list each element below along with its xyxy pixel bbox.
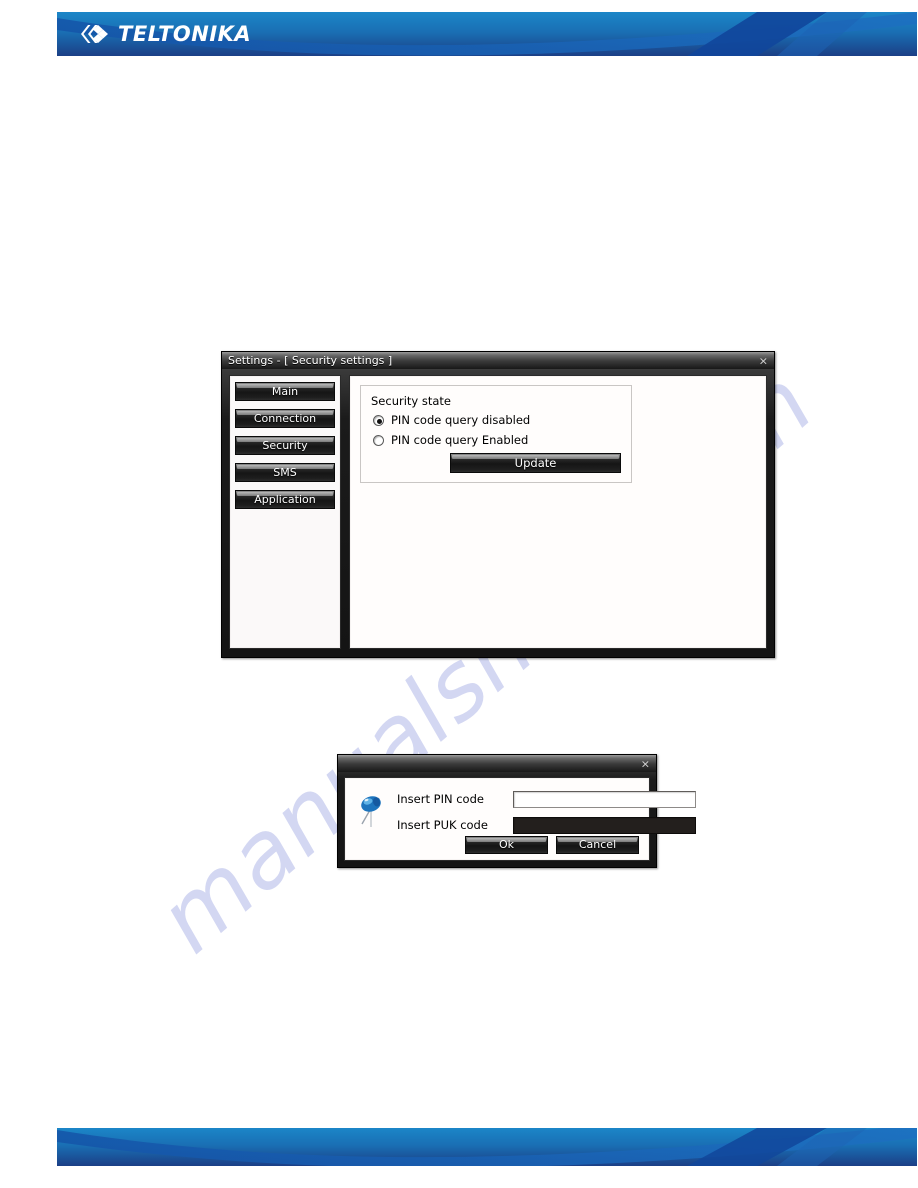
update-button-label: Update (514, 456, 557, 470)
update-button[interactable]: Update (450, 453, 621, 473)
sidebar-item-label: Security (262, 439, 308, 452)
settings-window: Settings - [ Security settings ] × Main … (221, 351, 775, 658)
brand-name: TELTONIKA (118, 21, 252, 46)
pin-dialog-inner: Insert PIN code Insert PUK code Ok Cance… (344, 777, 696, 861)
pin-code-dialog: × Insert PIN code Insert PUK code Ok Can… (337, 754, 696, 868)
pin-code-row: Insert PIN code (397, 786, 696, 812)
security-state-groupbox: Security state PIN code query disabled P… (360, 385, 632, 483)
sidebar-item-sms[interactable]: SMS (235, 463, 335, 482)
settings-window-title: Settings - [ Security settings ] (228, 354, 393, 367)
pin-dialog-body: Insert PIN code Insert PUK code Ok Cance… (338, 772, 696, 867)
pin-dialog-fields: Insert PIN code Insert PUK code (397, 786, 696, 838)
close-icon[interactable]: × (759, 355, 768, 366)
close-icon[interactable]: × (641, 758, 650, 769)
pin-dialog-titlebar[interactable]: × (338, 755, 656, 772)
radio-label: PIN code query disabled (391, 413, 531, 427)
settings-window-body: Main Connection Security SMS Application (222, 369, 774, 657)
settings-content-panel: Security state PIN code query disabled P… (349, 375, 767, 649)
ok-button[interactable]: Ok (465, 836, 548, 854)
pin-code-input[interactable] (513, 790, 696, 808)
settings-window-titlebar[interactable]: Settings - [ Security settings ] × (222, 352, 774, 369)
radio-button-icon[interactable] (373, 434, 384, 446)
sidebar-item-label: Main (271, 385, 299, 398)
radio-pin-query-disabled[interactable]: PIN code query disabled (373, 413, 621, 427)
radio-label: PIN code query Enabled (391, 433, 529, 447)
sidebar-item-label: SMS (273, 466, 297, 479)
radio-button-icon[interactable] (373, 414, 384, 426)
header-banner: TELTONIKA (57, 12, 917, 56)
puk-code-input[interactable] (513, 816, 696, 834)
update-button-row: Update (371, 453, 621, 473)
security-state-legend: Security state (371, 394, 452, 408)
pin-dialog-form: Insert PIN code Insert PUK code (355, 786, 696, 838)
sidebar-item-security[interactable]: Security (235, 436, 335, 455)
footer-banner-graphic (57, 1128, 917, 1166)
settings-sidebar: Main Connection Security SMS Application (229, 375, 341, 649)
ok-button-label: Ok (498, 838, 515, 851)
radio-pin-query-enabled[interactable]: PIN code query Enabled (373, 433, 621, 447)
sidebar-item-application[interactable]: Application (235, 490, 335, 509)
chevrons-icon (81, 23, 115, 45)
puk-code-row: Insert PUK code (397, 812, 696, 838)
pin-dialog-buttons: Ok Cancel (355, 836, 639, 854)
footer-banner (57, 1128, 917, 1166)
sidebar-item-connection[interactable]: Connection (235, 409, 335, 428)
puk-code-label: Insert PUK code (397, 818, 488, 832)
page-root: manualshive.com TELTONIKA Settings - [S… (0, 0, 918, 1188)
sidebar-item-label: Connection (253, 412, 317, 425)
pushpin-icon (355, 786, 389, 835)
cancel-button[interactable]: Cancel (556, 836, 639, 854)
sidebar-item-main[interactable]: Main (235, 382, 335, 401)
brand-logo: TELTONIKA (81, 23, 251, 45)
cancel-button-label: Cancel (578, 838, 617, 851)
sidebar-item-label: Application (254, 493, 316, 506)
pin-code-label: Insert PIN code (397, 792, 484, 806)
